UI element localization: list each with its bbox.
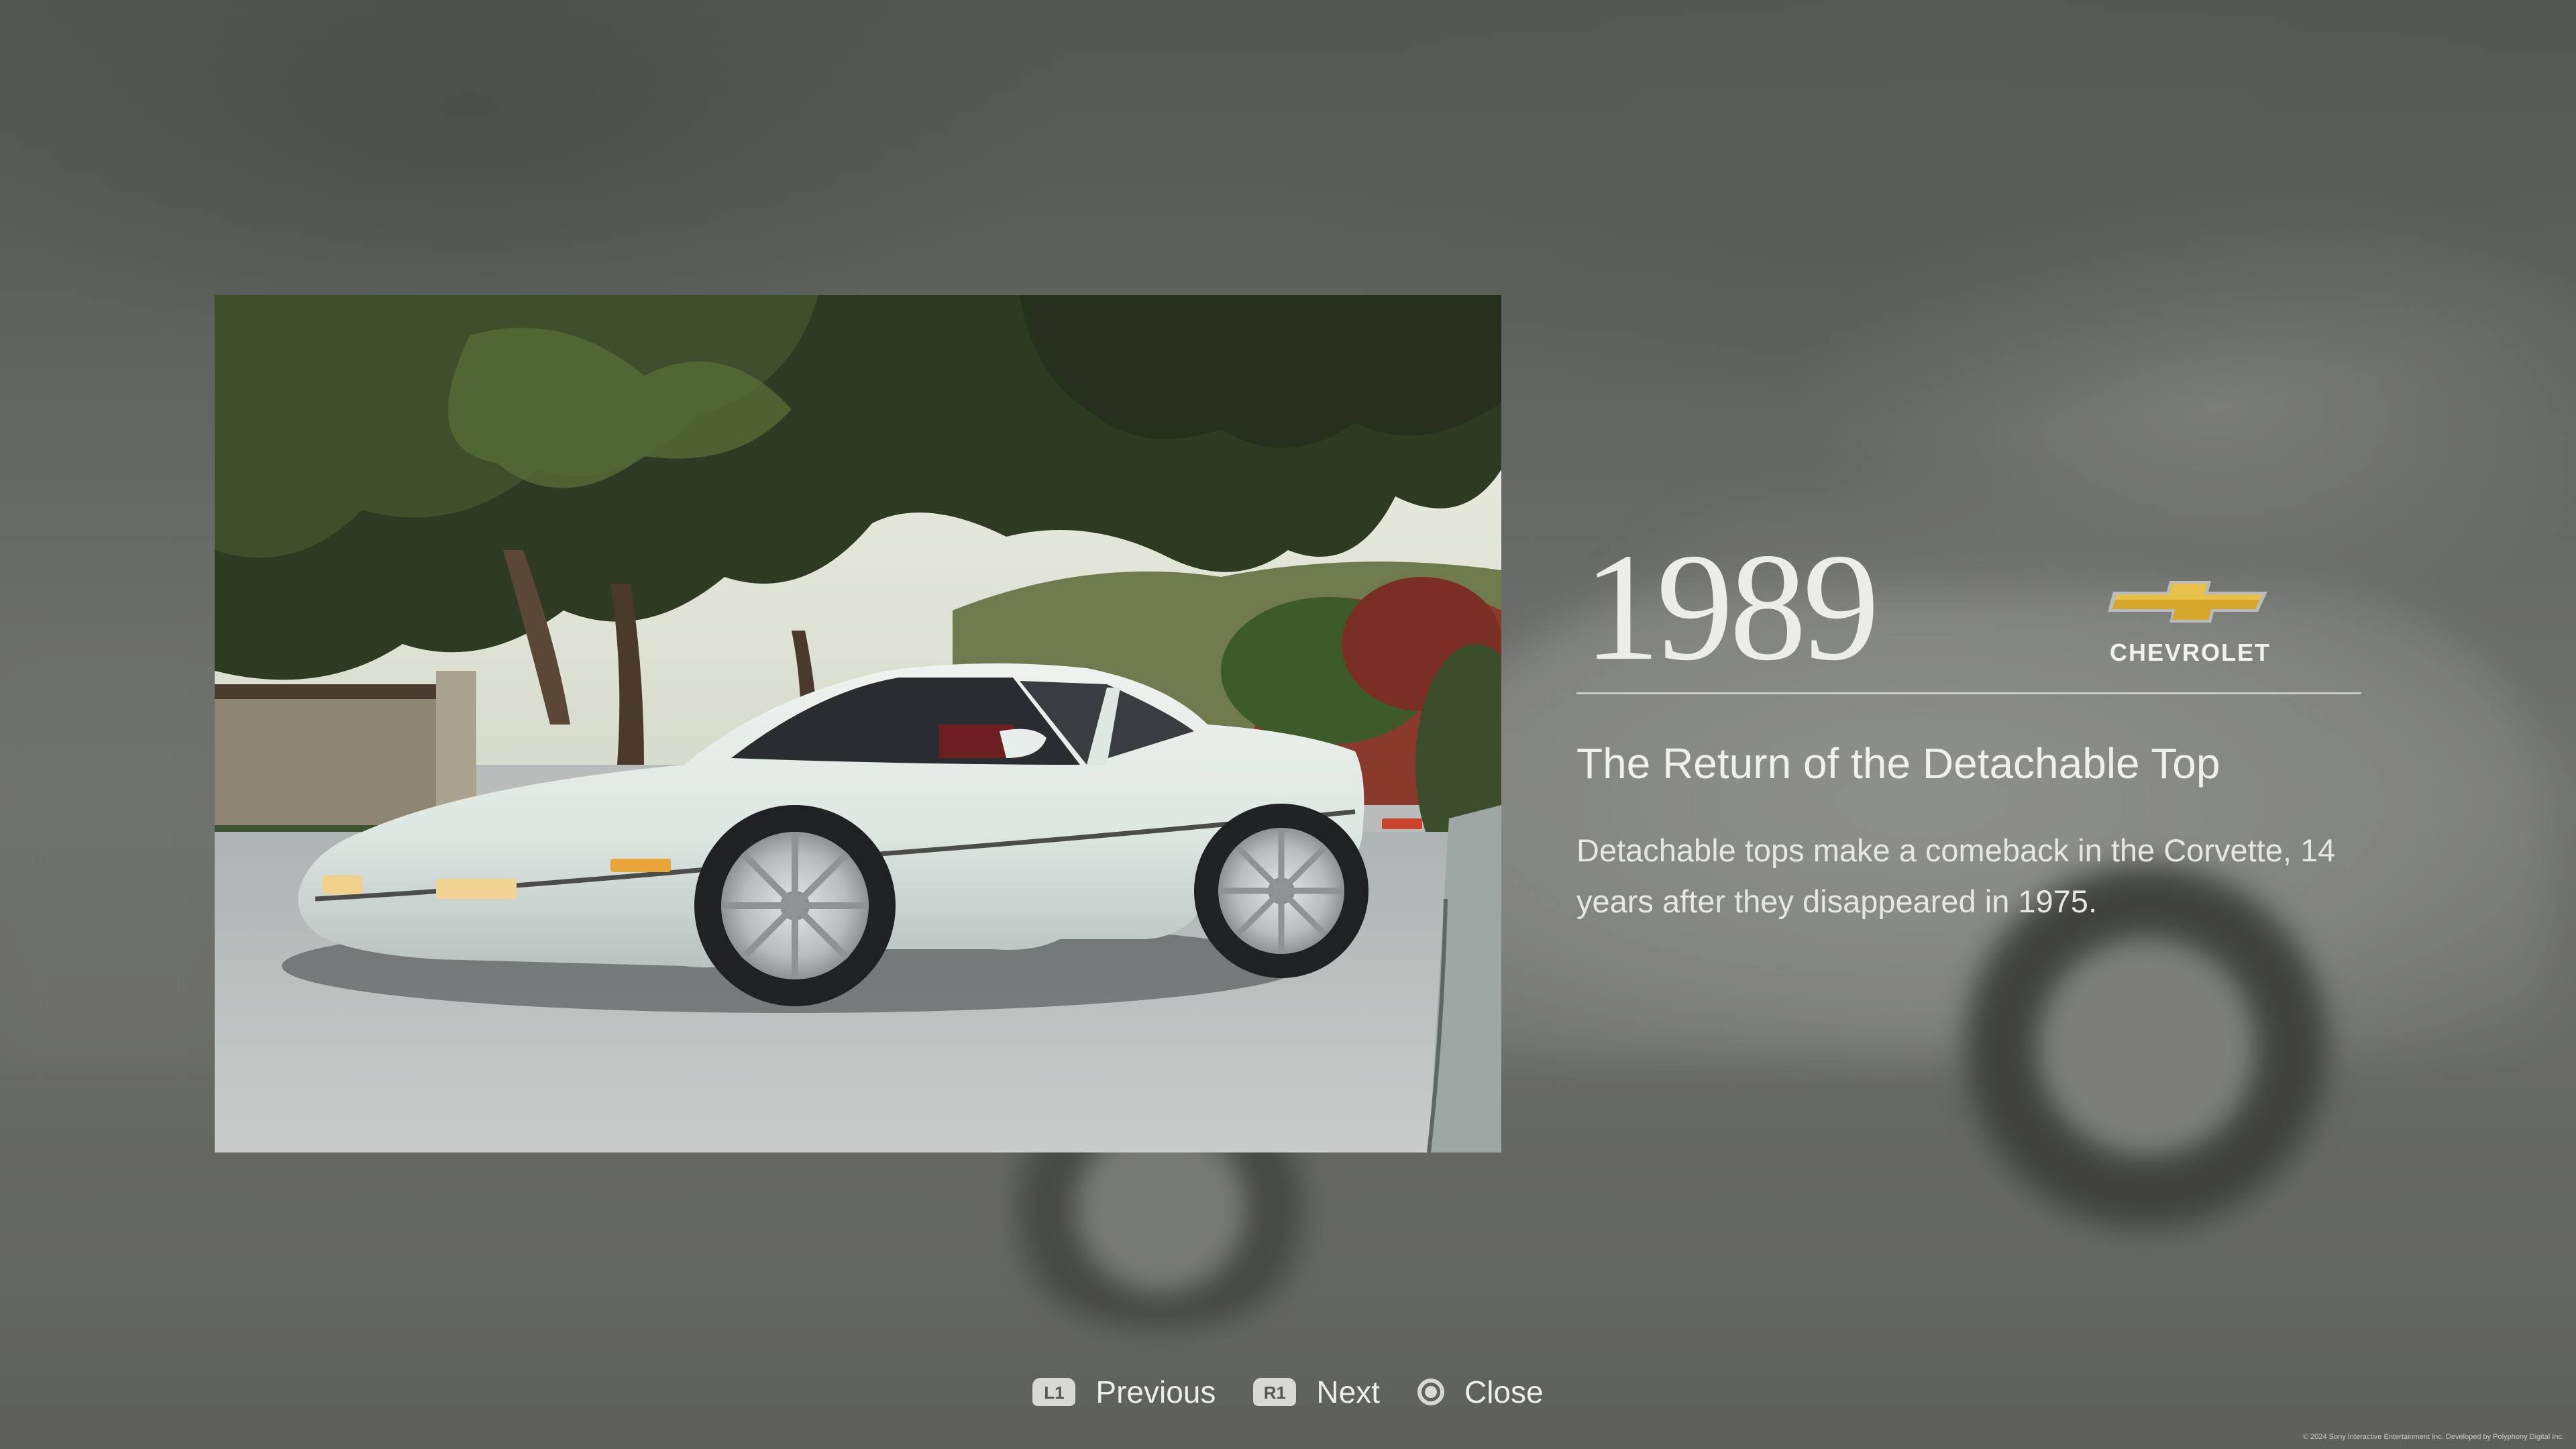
next-label: Next	[1316, 1375, 1380, 1409]
l1-button-icon: L1	[1032, 1378, 1076, 1406]
button-guide: L1 Previous R1 Next Close	[0, 1368, 2576, 1415]
chevrolet-bowtie-icon	[2108, 581, 2267, 623]
close-button[interactable]: Close	[1417, 1374, 1544, 1410]
scrapbook-viewer: 1989 CHEVROLET The Return of the Detacha…	[0, 0, 2576, 1449]
divider	[1576, 692, 2361, 694]
copyright-notice: © 2024 Sony Interactive Entertainment In…	[2302, 1433, 2564, 1441]
previous-label: Previous	[1095, 1375, 1216, 1409]
circle-button-icon	[1417, 1379, 1444, 1405]
corvette-photo-illustration	[215, 295, 1501, 1152]
brand-name: CHEVROLET	[2109, 639, 2271, 666]
previous-button[interactable]: L1 Previous	[1032, 1374, 1216, 1410]
year-title: 1989	[1583, 521, 1880, 692]
headline: The Return of the Detachable Top	[1576, 739, 2220, 788]
brand-logo: CHEVROLET	[2100, 577, 2281, 667]
car-photo	[215, 295, 1501, 1152]
description: Detachable tops make a comeback in the C…	[1576, 833, 2336, 919]
close-label: Close	[1464, 1375, 1544, 1409]
r1-button-icon: R1	[1253, 1378, 1297, 1406]
next-button[interactable]: R1 Next	[1253, 1374, 1380, 1410]
